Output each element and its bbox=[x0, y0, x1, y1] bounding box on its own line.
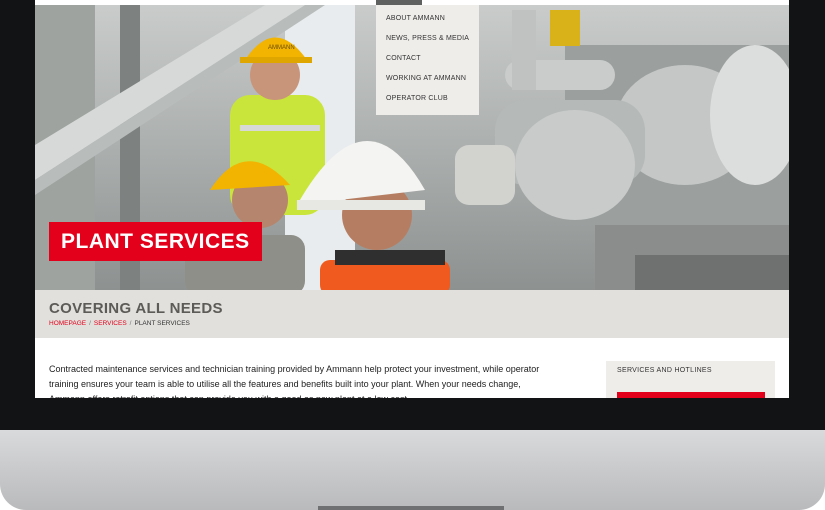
menu-item-about[interactable]: About Ammann bbox=[376, 9, 479, 29]
sidebar-box-title: SERVICES AND HOTLINES bbox=[617, 367, 712, 374]
browser-screen: AMMANN About Ammann News, Press & Media … bbox=[35, 0, 789, 398]
breadcrumb-home-link[interactable]: HOMEPAGE bbox=[49, 320, 86, 327]
nav-dropdown-menu: About Ammann News, Press & Media Contact… bbox=[376, 5, 479, 115]
menu-item-contact[interactable]: Contact bbox=[376, 49, 479, 69]
hard-hat-logo: AMMANN bbox=[268, 45, 295, 51]
page-header-band: COVERING ALL NEEDS HOMEPAGE / SERVICES / PLA… bbox=[35, 290, 789, 338]
hero-banner-title: PLANT SERVICES bbox=[49, 222, 262, 261]
breadcrumb: HOMEPAGE / SERVICES / PLANT SERVICES bbox=[49, 320, 190, 327]
intro-paragraph: Contracted maintenance services and tech… bbox=[49, 364, 540, 398]
menu-item-working[interactable]: Working at Ammann bbox=[376, 69, 479, 89]
monitor-stand-shadow bbox=[318, 506, 504, 510]
breadcrumb-services-link[interactable]: SERVICES bbox=[94, 320, 127, 327]
page-title: COVERING ALL NEEDS bbox=[49, 300, 223, 317]
breadcrumb-separator: / bbox=[129, 320, 132, 327]
breadcrumb-current: PLANT SERVICES bbox=[134, 320, 190, 327]
menu-item-news[interactable]: News, Press & Media bbox=[376, 29, 479, 49]
monitor-chin bbox=[0, 430, 825, 510]
sidebar-hotline-button[interactable] bbox=[617, 392, 765, 398]
breadcrumb-separator: / bbox=[89, 320, 91, 327]
sidebar-services-box: SERVICES AND HOTLINES bbox=[606, 361, 775, 398]
menu-item-operator-club[interactable]: Operator Club bbox=[376, 89, 479, 109]
